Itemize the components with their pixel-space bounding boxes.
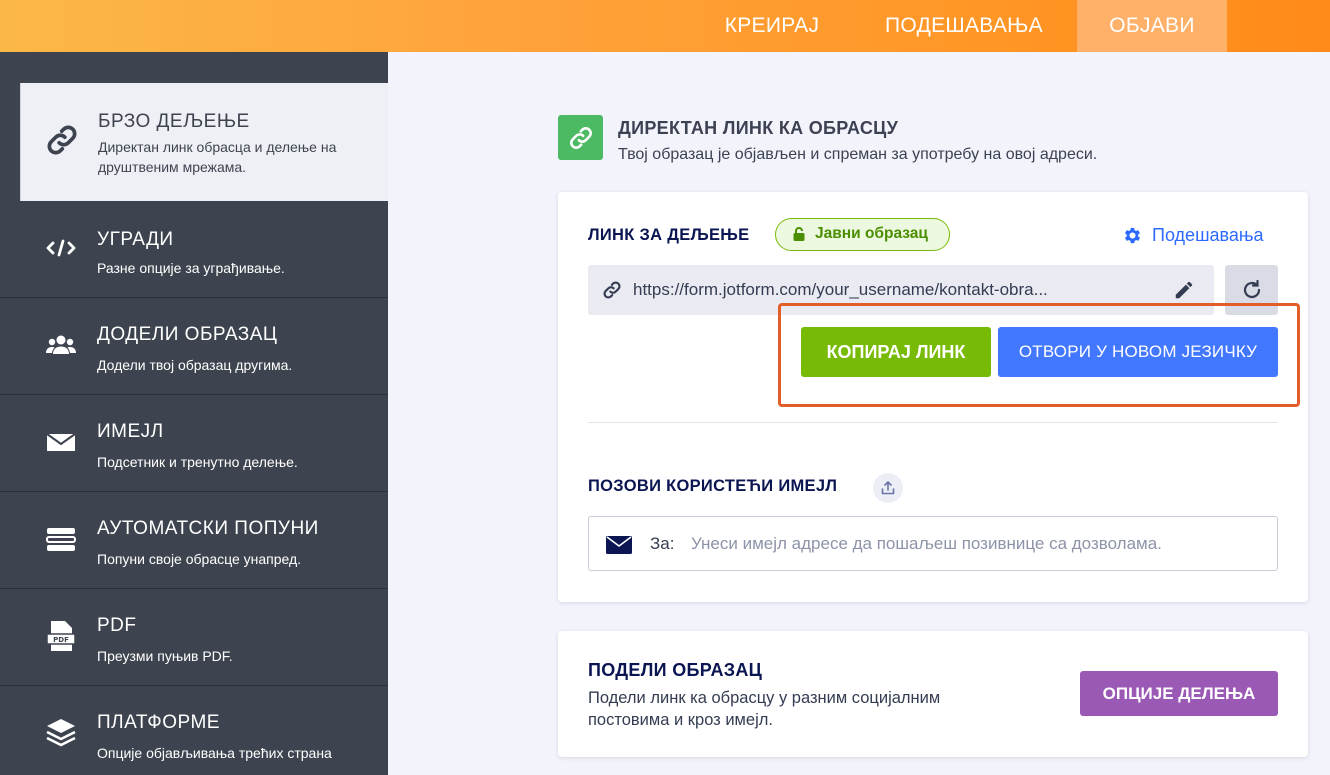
to-label: За: xyxy=(650,534,675,553)
sidebar-item-email[interactable]: ИМЕЈЛ Подсетник и тренутно делење. xyxy=(0,395,388,492)
badge-label: Јавни образац xyxy=(815,225,928,242)
share-form-desc: Подели линк ка обрасцу у разним социјалн… xyxy=(588,689,941,729)
refresh-icon xyxy=(1243,279,1260,299)
sidebar-item-desc: Директан линк обрасца и делење на друштв… xyxy=(98,139,337,175)
lock-icon xyxy=(793,227,805,241)
share-link-label: ЛИНК ЗА ДЕЉЕЊЕ xyxy=(588,226,750,244)
copy-link-button[interactable]: КОПИРАЈ ЛИНК xyxy=(801,327,991,377)
sidebar-item-desc: Опције објављивања трећих страна xyxy=(97,745,332,761)
page-title: ДИРЕКТАН ЛИНК КА ОБРАСЦУ xyxy=(618,118,899,138)
sidebar-item-pdf[interactable]: PDF PDF Преузми пуњив PDF. xyxy=(0,589,388,686)
sidebar-item-embed[interactable]: УГРАДИ Разне опције за уграђивање. xyxy=(0,201,388,298)
sidebar-item-desc: Подсетник и тренутно делење. xyxy=(97,454,298,470)
share-url-text[interactable]: https://form.jotform.com/your_username/k… xyxy=(633,280,1153,300)
pencil-icon[interactable] xyxy=(1173,279,1195,301)
sidebar-item-assign-form[interactable]: ДОДЕЛИ ОБРАЗАЦ Додели твој образац други… xyxy=(0,298,388,395)
public-form-badge[interactable]: Јавни образац xyxy=(775,218,950,251)
invite-email-label: ПОЗОВИ КОРИСТЕЋИ ИМЕЈЛ xyxy=(588,477,838,495)
pdf-icon: PDF xyxy=(46,621,76,651)
sidebar-item-desc: Разне опције за уграђивање. xyxy=(97,260,285,276)
settings-link-label: Подешавања xyxy=(1152,225,1264,245)
sidebar-item-title: БРЗО ДЕЉЕЊЕ xyxy=(98,111,250,132)
sidebar-item-title: УГРАДИ xyxy=(97,229,174,250)
gear-icon xyxy=(1124,227,1141,244)
sidebar-item-title: ДОДЕЛИ ОБРАЗАЦ xyxy=(97,324,278,345)
sidebar-item-prefill[interactable]: АУТОМАТСКИ ПОПУНИ Попуни своје обрасце у… xyxy=(0,492,388,589)
sidebar-item-quick-share[interactable]: БРЗО ДЕЉЕЊЕ Директан линк обрасца и деле… xyxy=(20,83,388,201)
refresh-url-button[interactable] xyxy=(1225,265,1278,315)
direct-link-icon xyxy=(558,115,603,160)
list-icon xyxy=(46,528,76,551)
divider xyxy=(588,422,1278,423)
open-new-tab-button[interactable]: ОТВОРИ У НОВОМ ЈЕЗИЧКУ xyxy=(998,327,1278,377)
tab-publish[interactable]: ОБЈАВИ xyxy=(1077,0,1227,52)
svg-text:PDF: PDF xyxy=(53,636,69,644)
layers-icon xyxy=(46,719,76,747)
envelope-icon xyxy=(46,433,76,451)
sidebar-item-title: АУТОМАТСКИ ПОПУНИ xyxy=(97,518,319,539)
top-navigation-bar: КРЕИРАЈ ПОДЕШАВАЊА ОБЈАВИ xyxy=(0,0,1330,52)
page-subtitle: Твој образац је објављен и спреман за уп… xyxy=(618,146,1098,163)
share-form-title: ПОДЕЛИ ОБРАЗАЦ xyxy=(588,660,763,680)
sidebar-item-platforms[interactable]: ПЛАТФОРМЕ Опције објављивања трећих стра… xyxy=(0,686,388,775)
link-icon xyxy=(47,125,77,155)
invite-email-input[interactable]: За: Унеси имејл адресе да пошаљеш позивн… xyxy=(588,516,1278,571)
tab-settings[interactable]: ПОДЕШАВАЊА xyxy=(858,0,1070,52)
sidebar-item-desc: Додели твој образац другима. xyxy=(97,357,293,373)
sidebar-item-title: ИМЕЈЛ xyxy=(97,421,164,442)
envelope-icon xyxy=(606,536,632,554)
code-icon xyxy=(46,239,76,257)
sidebar-item-desc: Попуни своје обрасце унапред. xyxy=(97,551,302,567)
sidebar: БРЗО ДЕЉЕЊЕ Директан линк обрасца и деле… xyxy=(0,52,388,775)
email-placeholder: Унеси имејл адресе да пошаљеш позивнице … xyxy=(691,534,1162,553)
sidebar-item-desc: Преузми пуњив PDF. xyxy=(97,648,233,664)
share-url-field[interactable]: https://form.jotform.com/your_username/k… xyxy=(588,265,1214,315)
tab-create[interactable]: КРЕИРАЈ xyxy=(700,0,844,52)
users-icon xyxy=(46,335,76,354)
sharing-options-button[interactable]: ОПЦИЈЕ ДЕЛЕЊА xyxy=(1080,671,1278,716)
sidebar-item-title: ПЛАТФОРМЕ xyxy=(97,712,220,733)
link-icon xyxy=(603,281,621,299)
settings-link[interactable]: Подешавања xyxy=(1122,225,1264,246)
upload-icon[interactable] xyxy=(873,473,903,503)
sidebar-item-title: PDF xyxy=(97,615,137,636)
